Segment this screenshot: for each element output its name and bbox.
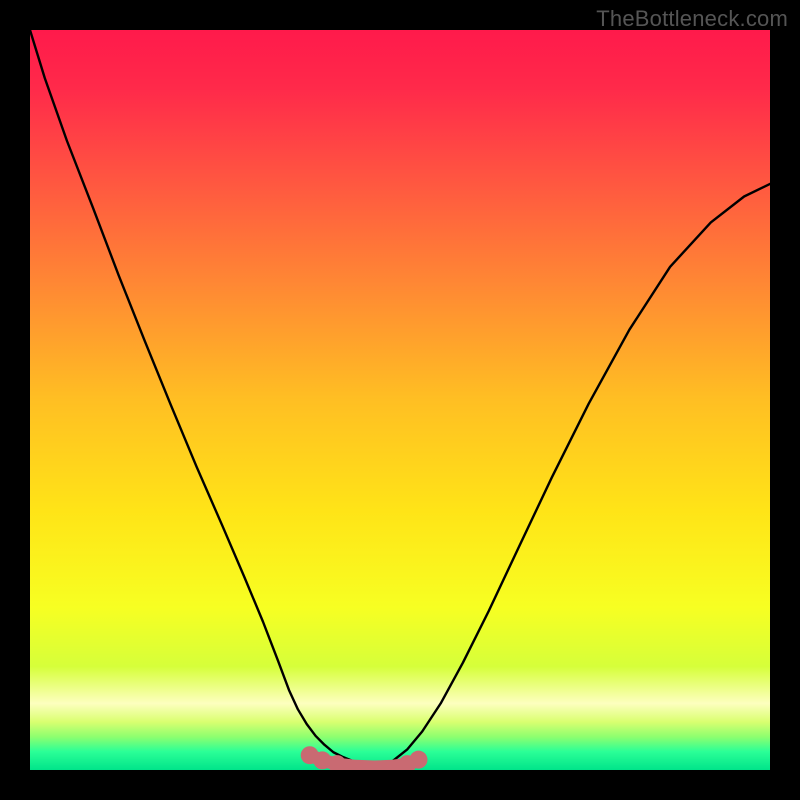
marker-point [410,751,428,769]
watermark-label: TheBottleneck.com [596,6,788,32]
chart-container: TheBottleneck.com [0,0,800,800]
bottleneck-plot [30,30,770,770]
heat-gradient-bg [30,30,770,770]
